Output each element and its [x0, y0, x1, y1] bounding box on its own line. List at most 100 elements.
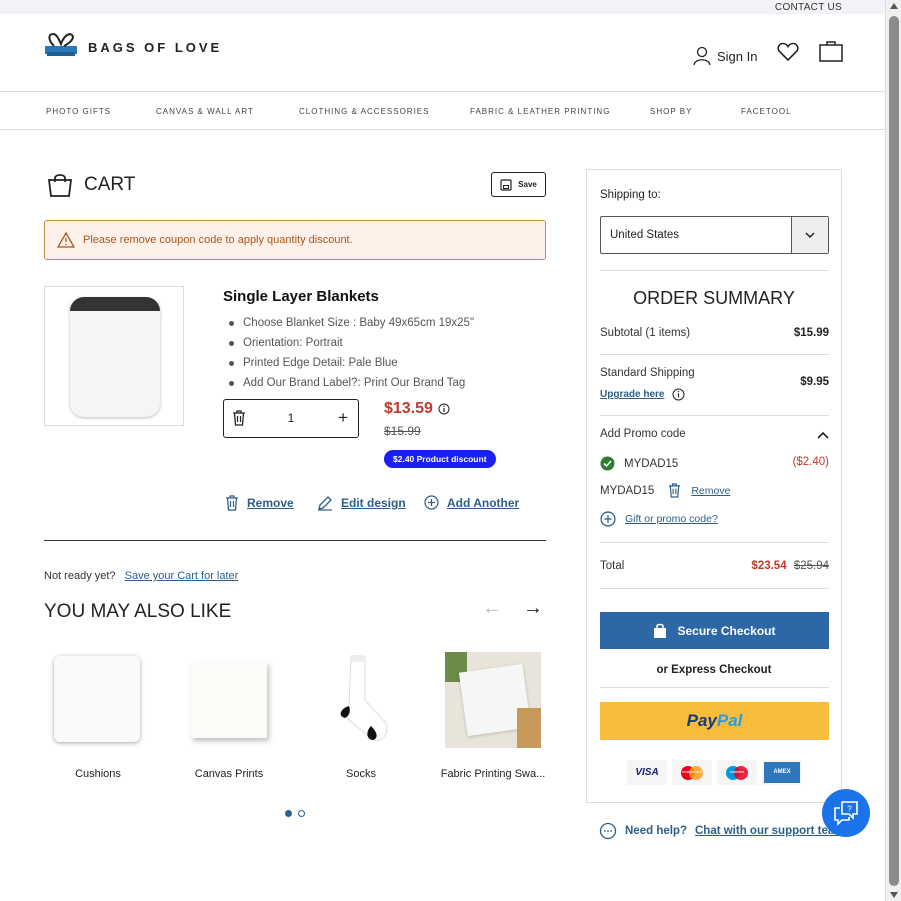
secure-checkout-button[interactable]: Secure Checkout [600, 612, 829, 649]
remove-label: Remove [247, 496, 294, 510]
promo-remove-row: MYDAD15 Remove [600, 483, 829, 498]
shipping-to-label: Shipping to: [600, 189, 661, 201]
divider [44, 540, 546, 541]
upgrade-row: Upgrade here [600, 388, 829, 401]
scrollbar[interactable] [885, 0, 901, 901]
promo-code-2: MYDAD15 [600, 484, 655, 497]
floppy-disk-icon [500, 178, 512, 191]
socks-image [307, 652, 415, 748]
gift-logo-icon [45, 32, 77, 56]
nav-clothing-accessories[interactable]: CLOTHING & ACCESSORIES [299, 107, 429, 116]
promo-code: MYDAD15 [624, 457, 679, 470]
divider [600, 542, 829, 543]
trash-icon [226, 495, 238, 511]
reco-item-cushions[interactable]: Cushions [44, 652, 152, 780]
increase-quantity-button[interactable]: + [338, 408, 348, 428]
scroll-down-arrow-icon[interactable] [890, 892, 898, 898]
chat-question-icon: ? [834, 801, 858, 826]
save-cart-button[interactable]: Save [491, 172, 546, 197]
scroll-up-arrow-icon[interactable] [890, 3, 898, 9]
discount-badge: $2.40 Product discount [384, 450, 496, 468]
support-chat-link[interactable]: Chat with our support team [695, 825, 845, 837]
add-another-link[interactable]: Add Another [424, 495, 519, 510]
wishlist-heart-icon[interactable] [777, 42, 799, 62]
divider [600, 270, 829, 271]
shopping-bag-icon[interactable] [819, 40, 843, 62]
option-orientation: Orientation: Portrait [228, 335, 474, 355]
reco-label: Canvas Prints [194, 768, 264, 780]
order-summary-title: ORDER SUMMARY [633, 288, 795, 308]
page-title: CART [84, 174, 136, 195]
nav-fabric-leather-printing[interactable]: FABRIC & LEATHER PRINTING [470, 107, 610, 116]
visa-card-icon: VISA [627, 760, 667, 785]
chevron-up-icon[interactable] [817, 431, 829, 439]
info-icon[interactable] [438, 403, 450, 415]
promo-remove-link[interactable]: Remove [668, 483, 730, 498]
product-name[interactable]: Single Layer Blankets [223, 288, 379, 305]
total-value: $23.54 [751, 560, 787, 572]
price-value: $13.59 [384, 400, 433, 417]
cushion-image [44, 652, 152, 748]
plus-circle-icon [600, 511, 616, 527]
country-value: United States [610, 229, 680, 241]
site-header: BAGS OF LOVE Sign In [0, 14, 885, 92]
carousel-dot[interactable] [298, 810, 305, 817]
product-options: Choose Blanket Size : Baby 49x65cm 19x25… [228, 315, 474, 395]
edit-design-link[interactable]: Edit design [317, 495, 406, 511]
plus-circle-icon [424, 495, 439, 510]
contact-us-link[interactable]: CONTACT US [775, 2, 842, 13]
remove-link[interactable]: Remove [225, 495, 294, 511]
reco-label: Fabric Printing Swa... [440, 768, 546, 780]
check-circle-icon [600, 456, 615, 471]
promo-amount: ($2.40) [792, 456, 829, 468]
mastercard-icon: mastercard [672, 760, 712, 785]
upgrade-link[interactable]: Upgrade here [600, 389, 664, 400]
chat-dots-icon [599, 822, 617, 840]
country-select[interactable]: United States [600, 216, 829, 254]
reco-item-socks[interactable]: Socks [307, 652, 415, 780]
info-icon[interactable] [672, 388, 685, 401]
subtotal-value: $15.99 [793, 327, 829, 339]
shipping-row: Standard Shipping $9.95 [600, 367, 829, 388]
chevron-down-icon[interactable] [791, 217, 828, 253]
logo[interactable]: BAGS OF LOVE [44, 32, 222, 62]
paypal-pal: Pal [716, 711, 743, 730]
nav-photo-gifts[interactable]: PHOTO GIFTS [46, 107, 111, 116]
reco-item-fabric-swatch[interactable]: Fabric Printing Swa... [438, 652, 548, 780]
save-for-later-link[interactable]: Save your Cart for later [125, 570, 239, 582]
alert-text: Please remove coupon code to apply quant… [83, 234, 353, 246]
reco-item-canvas-prints[interactable]: Canvas Prints [175, 652, 283, 780]
divider [600, 415, 829, 416]
option-brand-label: Add Our Brand Label?: Print Our Brand Ta… [228, 375, 474, 395]
nav-shop-by[interactable]: SHOP BY [650, 107, 692, 116]
promo-label: Add Promo code [600, 428, 686, 440]
cart-heading: CART [46, 172, 135, 198]
help-row: Need help? Chat with our support team [599, 822, 844, 840]
warning-icon [57, 232, 75, 248]
logo-text: BAGS OF LOVE [88, 39, 223, 55]
subtotal-row: Subtotal (1 items) $15.99 [600, 327, 829, 339]
lock-bag-icon [654, 623, 667, 638]
amex-icon: AMEX [762, 760, 802, 785]
scroll-thumb[interactable] [889, 16, 899, 886]
product-image[interactable] [44, 286, 184, 426]
reco-label: Cushions [75, 768, 121, 780]
gift-code-link[interactable]: Gift or promo code? [600, 511, 829, 527]
sign-in-link[interactable]: Sign In [693, 46, 757, 66]
express-checkout-label: or Express Checkout [656, 664, 772, 676]
shipping-name: Standard Shipping [600, 367, 695, 379]
trash-icon [669, 483, 681, 498]
carousel-prev-arrow-icon[interactable]: ← [482, 597, 502, 620]
pencil-icon [318, 496, 332, 511]
recommendations-title: YOU MAY ALSO LIKE [44, 601, 232, 622]
carousel-dot-active[interactable] [285, 810, 292, 817]
nav-canvas-wall-art[interactable]: CANVAS & WALL ART [156, 107, 254, 116]
promo-header[interactable]: Add Promo code [600, 428, 829, 440]
paypal-button[interactable]: Pay Pal [600, 702, 829, 740]
paypal-pay: Pay [686, 711, 717, 730]
checkout-label: Secure Checkout [677, 623, 776, 638]
carousel-next-arrow-icon[interactable]: → [523, 597, 543, 620]
chat-widget-button[interactable]: ? [822, 789, 870, 837]
product-price: $13.59 [384, 400, 450, 418]
nav-facetool[interactable]: FACETOOL [741, 107, 792, 116]
